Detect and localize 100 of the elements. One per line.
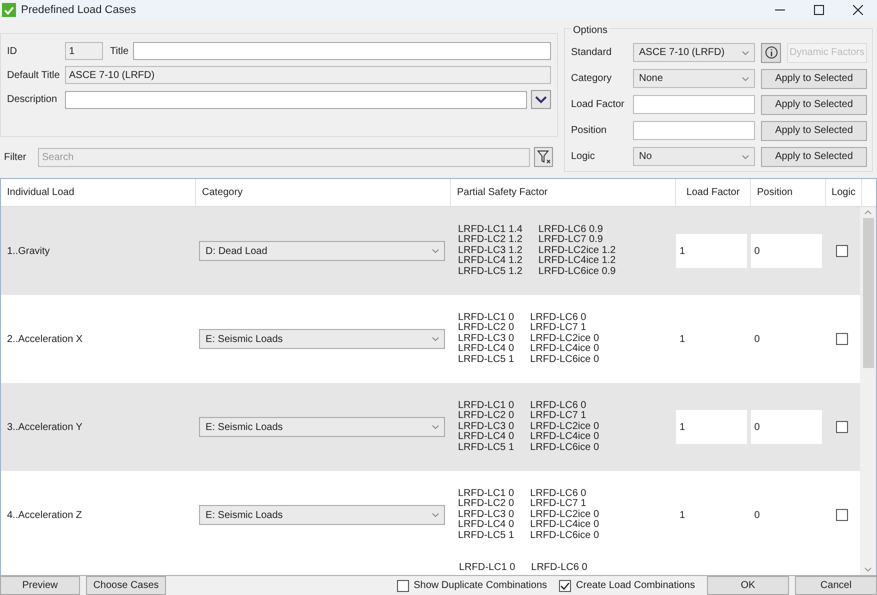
chevron-down-icon xyxy=(432,249,439,253)
factor-text: LRFD-LC2ice 0 xyxy=(530,422,600,432)
footer-button[interactable]: Choose Cases xyxy=(86,576,166,595)
apply-button[interactable]: Apply to Selected xyxy=(761,68,867,88)
field-label: Category xyxy=(571,73,613,84)
factor-text: LRFD-LC4ice 0 xyxy=(530,520,600,530)
factor-text: LRFD-LC1 0 xyxy=(458,488,514,499)
factor-text: LRFD-LC2ice 1.2 xyxy=(538,246,616,256)
clear-filter-button[interactable] xyxy=(534,147,553,167)
factor-text: LRFD-LC3 0 xyxy=(458,334,514,344)
load-factor-value[interactable]: 1 xyxy=(676,234,748,268)
factor-text: LRFD-LC4 1.2 xyxy=(458,256,522,267)
chevron-down-icon xyxy=(742,50,749,54)
chevron-down-icon xyxy=(432,337,439,341)
factor-text: LRFD-LC4ice 1.2 xyxy=(538,256,616,266)
close-icon[interactable] xyxy=(853,5,863,15)
factor-text: LRFD-LC6 0.9 xyxy=(538,224,604,235)
field-label: ID xyxy=(7,46,18,56)
table-row[interactable]: 1..Gravity D: Dead Load LRFD-LC1 1.4 LRFD-LC2 1.2 LRFD-LC3 1.2 LRFD-LC4 1.2 LRFD-LC5 1.2 LRFD-LC6 0.9 LRFD-LC7 0.9 LRFD-LC2ice 1.2 LRFD-LC4ice 1.2 LRFD-LC6ice 0.9 1 0 xyxy=(1,207,860,295)
category-dropdown[interactable]: E: Seismic Loads xyxy=(198,417,445,437)
apply-button[interactable]: Apply to Selected xyxy=(761,94,867,114)
factor-text: LRFD-LC6ice 0 xyxy=(530,530,600,542)
column-header: Partial Safety Factor xyxy=(451,179,676,206)
title-field[interactable] xyxy=(132,42,551,60)
chevron-down-icon xyxy=(432,513,439,517)
option-dropdown[interactable]: None xyxy=(633,69,755,88)
checkbox-label: Show Duplicate Combinations xyxy=(414,580,548,591)
footer-button[interactable]: Cancel xyxy=(795,576,877,595)
apply-button[interactable]: Apply to Selected xyxy=(761,120,867,140)
standard-dropdown[interactable]: ASCE 7-10 (LRFD) xyxy=(633,43,755,62)
factor-text: LRFD-LC3 1.2 xyxy=(458,246,522,256)
column-header: Position xyxy=(751,179,826,206)
factor-text: LRFD-LC4ice 0 xyxy=(530,344,600,354)
checkbox-label: Create Load Combinations xyxy=(576,580,695,591)
factor-text: LRFD-LC6 0 xyxy=(530,400,588,411)
option-input-field[interactable] xyxy=(633,121,755,140)
factor-text: LRFD-LC1 0 xyxy=(458,400,514,411)
field-label: Default Title xyxy=(7,70,61,80)
factor-text: LRFD-LC7 1 xyxy=(530,499,588,510)
factor-text: LRFD-LC4 0 xyxy=(458,432,514,443)
factor-text: LRFD-LC7 1 xyxy=(530,323,588,334)
chevron-down-icon xyxy=(742,76,749,80)
logic-checkbox[interactable] xyxy=(836,333,848,345)
group-title: Options xyxy=(571,25,610,36)
load-factor-value[interactable]: 1 xyxy=(676,322,748,356)
apply-button[interactable]: Apply to Selected xyxy=(761,146,867,166)
logic-checkbox[interactable] xyxy=(836,509,848,521)
window-title: Predefined Load Cases xyxy=(21,4,136,16)
default-title-field: ASCE 7-10 (LRFD) xyxy=(65,66,551,84)
logic-checkbox[interactable] xyxy=(836,421,848,433)
id-field: 1 xyxy=(65,42,103,60)
app-check-icon xyxy=(2,3,16,17)
load-factor-value[interactable]: 1 xyxy=(676,410,748,444)
factor-text: LRFD-LC6 0 xyxy=(530,488,588,499)
factor-text: LRFD-LC6 0 xyxy=(530,312,588,323)
column-header: Individual Load xyxy=(1,179,196,206)
factor-text: LRFD-LC4 0 xyxy=(458,344,514,355)
factor-text: LRFD-LC1 0 xyxy=(458,312,514,323)
option-checkbox[interactable] xyxy=(396,580,409,592)
position-value[interactable]: 0 xyxy=(751,322,822,356)
field-label: Description xyxy=(7,94,58,105)
factor-text: LRFD-LC6ice 0 xyxy=(530,442,600,454)
search-field[interactable]: Search xyxy=(38,148,530,166)
factor-text: LRFD-LC5 1 xyxy=(458,442,514,454)
info-button[interactable] xyxy=(761,42,781,62)
table-row[interactable]: 3..Acceleration Y E: Seismic Loads LRFD-LC1 0 LRFD-LC2 0 LRFD-LC3 0 LRFD-LC4 0 LRFD-LC5 1 LRFD-LC6 0 LRFD-LC7 1 LRFD-LC2ice 0 LRFD-LC4ice 0 LRFD-LC6ice 0 1 0 xyxy=(1,383,860,471)
maximize-icon[interactable] xyxy=(814,5,824,15)
option-input-field[interactable] xyxy=(633,95,755,114)
load-name: 4..Acceleration Z xyxy=(7,510,82,520)
factor-text: LRFD-LC7 1 xyxy=(530,411,588,422)
position-value[interactable]: 0 xyxy=(751,410,822,444)
factor-text: LRFD-LC2 1.2 xyxy=(458,235,522,246)
factor-text: LRFD-LC5 1 xyxy=(458,354,514,366)
factor-text: LRFD-LC2 0 xyxy=(458,499,514,510)
factor-text: LRFD-LC6ice 0.9 xyxy=(538,266,616,278)
description-field[interactable] xyxy=(65,90,527,108)
field-label: Logic xyxy=(571,151,596,162)
category-dropdown[interactable]: E: Seismic Loads xyxy=(198,505,445,525)
factor-text: LRFD-LC6ice 0 xyxy=(530,354,600,366)
field-label: Filter xyxy=(4,152,28,162)
factor-text: LRFD-LC4ice 0 xyxy=(530,432,600,442)
category-dropdown[interactable]: D: Dead Load xyxy=(198,241,445,261)
option-dropdown[interactable]: No xyxy=(633,147,755,166)
factor-text: LRFD-LC1 0 xyxy=(459,563,516,574)
factor-text: LRFD-LC3 0 xyxy=(458,510,514,520)
dropdown-button[interactable] xyxy=(531,90,551,109)
position-value[interactable]: 0 xyxy=(751,234,822,268)
footer-button[interactable]: Preview xyxy=(0,576,80,595)
logic-checkbox[interactable] xyxy=(836,245,848,257)
column-header: Logic xyxy=(826,179,862,206)
factor-text: LRFD-LC4 0 xyxy=(458,520,514,531)
factor-text: LRFD-LC2 0 xyxy=(458,323,514,334)
factor-text: LRFD-LC2ice 0 xyxy=(530,510,600,520)
footer-button[interactable]: OK xyxy=(707,576,789,595)
option-checkbox[interactable] xyxy=(559,580,572,592)
load-factor-value[interactable]: 1 xyxy=(676,498,748,532)
category-dropdown[interactable]: E: Seismic Loads xyxy=(198,329,445,349)
factor-text: LRFD-LC1 1.4 xyxy=(458,224,522,235)
chevron-down-icon xyxy=(742,154,749,158)
position-value[interactable]: 0 xyxy=(751,498,822,532)
